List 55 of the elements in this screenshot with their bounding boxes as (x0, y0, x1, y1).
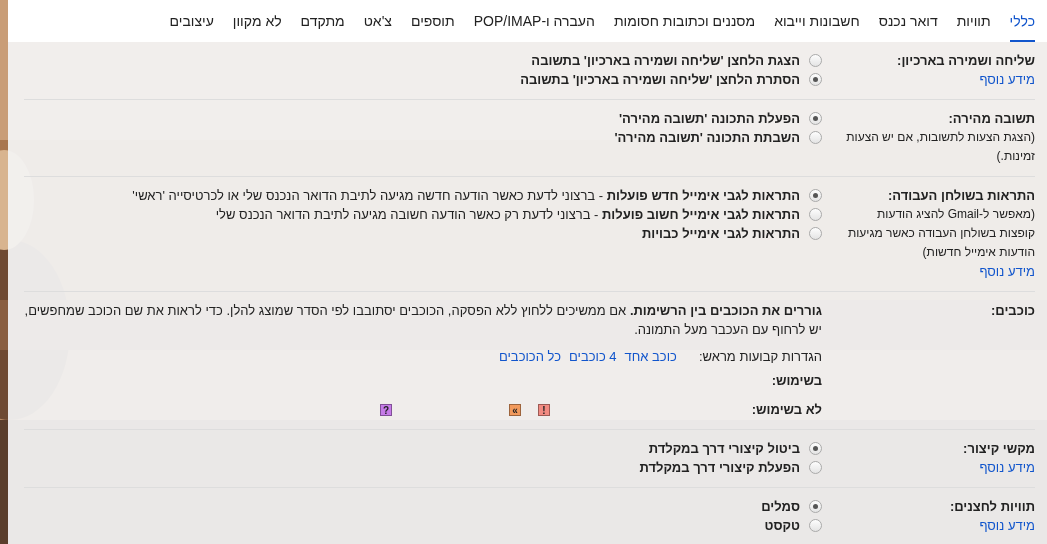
setting-label: תוויות לחצנים: (949, 498, 1035, 516)
radio-button[interactable] (809, 227, 822, 240)
radio-button[interactable] (809, 189, 822, 202)
option-label[interactable]: הפעלת התכונה 'תשובה מהירה' (618, 109, 800, 128)
preset-link[interactable]: כוכב אחד (624, 347, 677, 366)
presets-label: הגדרות קבועות מראש: (698, 348, 822, 366)
learn-more-link[interactable]: מידע נוסף (979, 262, 1035, 281)
settings-tab[interactable]: כללי (1009, 0, 1035, 42)
learn-more-link[interactable]: מידע נוסף (979, 70, 1035, 89)
radio-button[interactable] (809, 461, 822, 474)
settings-tab[interactable]: חשבונות וייבוא (774, 0, 860, 42)
learn-more-link[interactable]: מידע נוסף (979, 516, 1035, 535)
instructions-text: גוררים את הכוכבים בין הרשימות. אם ממשיכים ללחוץ ללא הפסקה, הכוכבים יסתובבו לפי הסדר שמוצג להלן. כדי לראות את שם הכוכב שמחפשים, יש לרחוף עם העכבר מעל התמונה. (24, 302, 822, 339)
radio-button[interactable] (809, 131, 822, 144)
option-label[interactable]: התראות לגבי אימייל חדש פועלות - ברצוני לדעת כאשר הודעה חדשה מגיעה לתיבת הדואר הנכנס שלי או לכרטיסייה 'ראשי' (132, 186, 800, 205)
settings-tab[interactable]: דואר נכנס (878, 0, 938, 42)
radio-button[interactable] (809, 54, 822, 67)
not-in-use-label: לא בשימוש: (750, 401, 822, 419)
settings-tab[interactable]: לא מקוון (232, 0, 282, 42)
radio-button[interactable] (809, 208, 822, 221)
setting-label: התראות בשולחן העבודה: (888, 187, 1035, 205)
option-label[interactable]: התראות לגבי אימייל חשוב פועלות - ברצוני לדעת רק כאשר הודעה חשובה מגיעה לתיבת הדואר הנכנס שלי (215, 205, 800, 224)
option-label[interactable]: הפעלת קיצורי דרך במקלדת (639, 458, 800, 477)
option-label[interactable]: טקסט (764, 516, 800, 535)
settings-tab[interactable]: עיצובים (169, 0, 214, 42)
preset-link[interactable]: כל הכוכבים (498, 347, 561, 366)
learn-more-link[interactable]: מידע נוסף (979, 458, 1035, 477)
star-marker-icon[interactable]: ! (538, 403, 550, 416)
option-label[interactable]: הסתרת הלחצן 'שליחה ושמירה בארכיון' בתשובה (520, 70, 800, 89)
option-label[interactable]: ביטול קיצורי דרך במקלדת (648, 439, 800, 458)
radio-button[interactable] (809, 442, 822, 455)
setting-description: (מאפשר ל-Gmail להציג הודעות קופצות בשולחן העבודה כאשר מגיעות הודעות אימייל חדשות) (846, 206, 1035, 261)
preset-link[interactable]: 4 כוכבים (568, 347, 617, 366)
star-marker-icon[interactable]: ? (380, 403, 392, 416)
option-label[interactable]: השבתת התכונה 'תשובה מהירה' (614, 128, 800, 147)
setting-label: שליחה ושמירה בארכיון: (897, 52, 1035, 70)
radio-button[interactable] (809, 112, 822, 125)
settings-tab[interactable]: צ'אט (363, 0, 392, 42)
settings-tab[interactable]: תוויות (956, 0, 991, 42)
radio-button[interactable] (809, 73, 822, 86)
setting-label: מקשי קיצור: (963, 440, 1035, 458)
star-marker-icon[interactable]: » (509, 403, 521, 416)
radio-button[interactable] (809, 519, 822, 532)
settings-tab[interactable]: תוספים (410, 0, 455, 42)
settings-tab[interactable]: מסננים וכתובות חסומות (613, 0, 756, 42)
option-label[interactable]: הצגת הלחצן 'שליחה ושמירה בארכיון' בתשובה (531, 51, 800, 70)
settings-tab[interactable]: מתקדם (300, 0, 345, 42)
setting-label: תשובה מהירה: (948, 110, 1035, 128)
in-use-label: בשימוש: (770, 372, 822, 390)
setting-label: כוכבים: (991, 302, 1035, 320)
setting-description: (הצגת הצעות לתשובות, אם יש הצעות זמינות.) (845, 129, 1035, 165)
settings-tab[interactable]: העברה ו-POP/IMAP (473, 0, 595, 42)
option-label[interactable]: התראות לגבי אימייל כבויות (641, 224, 800, 243)
option-label[interactable]: סמלים (761, 497, 800, 516)
radio-button[interactable] (809, 500, 822, 513)
